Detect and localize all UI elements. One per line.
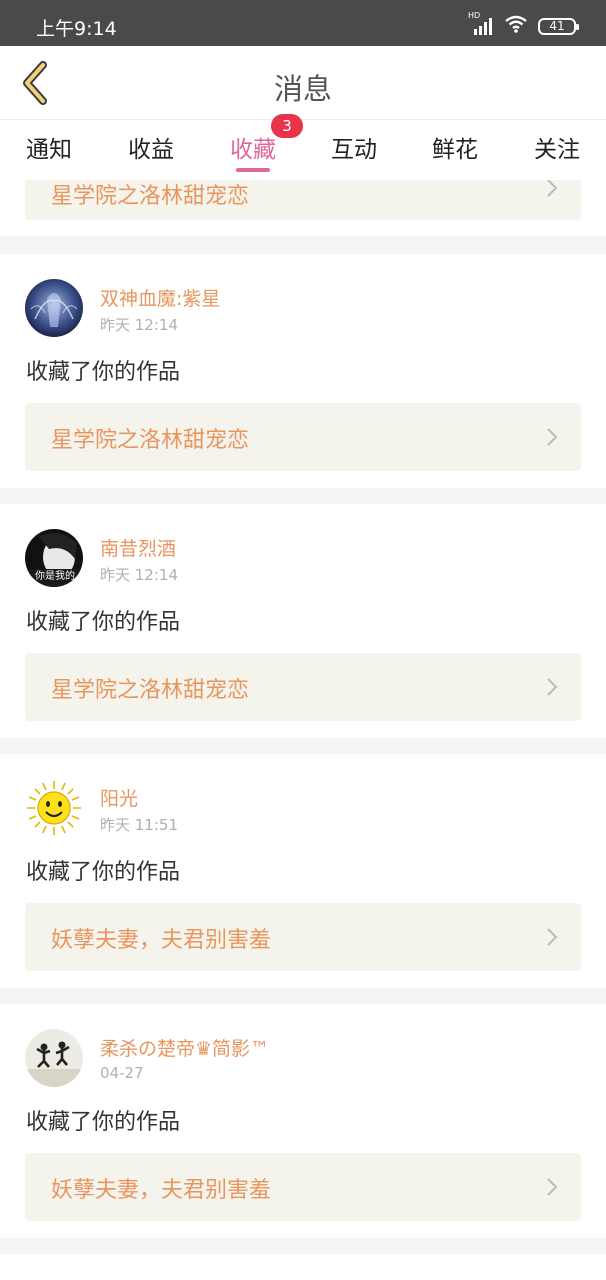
status-icons: HD 41 xyxy=(468,11,579,37)
page-title: 消息 xyxy=(273,72,332,106)
timestamp: 昨天 11:51 xyxy=(100,816,178,834)
work-link[interactable]: 星学院之洛林甜宠恋 xyxy=(25,403,581,471)
work-title: 星学院之洛林甜宠恋 xyxy=(51,428,250,453)
chevron-right-icon xyxy=(547,678,558,696)
wifi-icon xyxy=(504,15,528,37)
user-avatar[interactable]: 你是我的 xyxy=(25,529,83,587)
work-title: 星学院之洛林甜宠恋 xyxy=(51,678,250,703)
work-title: 星学院之洛林甜宠恋 xyxy=(51,184,250,209)
username[interactable]: 柔杀の楚帝♛简影™ xyxy=(100,1034,269,1061)
user-avatar[interactable] xyxy=(25,279,83,337)
list-item: 星学院之洛林甜宠恋 xyxy=(0,180,606,236)
user-avatar[interactable] xyxy=(25,779,83,837)
user-avatar[interactable] xyxy=(25,1029,83,1087)
work-link[interactable]: 妖孽夫妻，夫君别害羞 xyxy=(25,903,581,971)
work-link[interactable]: 妖孽夫妻，夫君别害羞 xyxy=(25,1153,581,1221)
active-tab-indicator xyxy=(236,168,270,172)
username[interactable]: 南昔烈酒 xyxy=(100,534,176,561)
status-time: 上午9:14 xyxy=(36,18,117,40)
work-link[interactable]: 星学院之洛林甜宠恋 xyxy=(25,180,581,220)
list-item xyxy=(0,1254,606,1280)
notification-list[interactable]: 星学院之洛林甜宠恋 双神血魔:紫星 昨天 12:14 收藏了你的作品 星学院之洛… xyxy=(0,180,606,1280)
status-bar: 上午9:14 HD 41 xyxy=(0,0,606,46)
battery-indicator: 41 xyxy=(538,17,579,35)
action-text: 收藏了你的作品 xyxy=(26,610,181,635)
tab-earnings[interactable]: 收益 xyxy=(106,130,196,164)
chevron-right-icon xyxy=(547,428,558,446)
action-text: 收藏了你的作品 xyxy=(26,860,181,885)
username[interactable]: 双神血魔:紫星 xyxy=(100,284,220,311)
work-title: 妖孽夫妻，夫君别害羞 xyxy=(51,1178,272,1203)
tab-bar: 通知 收益 收藏 互动 鲜花 关注 xyxy=(0,120,606,180)
signal-icon: HD xyxy=(468,11,494,35)
avatar-caption: 你是我的 xyxy=(35,571,75,582)
timestamp: 昨天 12:14 xyxy=(100,566,178,584)
username[interactable]: 阳光 xyxy=(100,784,138,811)
list-item: 柔杀の楚帝♛简影™ 04-27 收藏了你的作品 妖孽夫妻，夫君别害羞 xyxy=(0,1004,606,1238)
chevron-right-icon xyxy=(547,180,558,197)
tab-interaction[interactable]: 互动 xyxy=(309,130,399,164)
list-item: 双神血魔:紫星 昨天 12:14 收藏了你的作品 星学院之洛林甜宠恋 xyxy=(0,254,606,488)
chevron-right-icon xyxy=(547,1178,558,1196)
action-text: 收藏了你的作品 xyxy=(26,1110,181,1135)
work-title: 妖孽夫妻，夫君别害羞 xyxy=(51,928,272,953)
action-text: 收藏了你的作品 xyxy=(26,360,181,385)
list-item: 你是我的 南昔烈酒 昨天 12:14 收藏了你的作品 星学院之洛林甜宠恋 xyxy=(0,504,606,738)
dark-blue-angel-avatar xyxy=(25,279,83,337)
chevron-right-icon xyxy=(547,928,558,946)
header: 消息 xyxy=(0,46,606,120)
tab-flowers[interactable]: 鲜花 xyxy=(410,130,500,164)
timestamp: 昨天 12:14 xyxy=(100,316,178,334)
work-link[interactable]: 星学院之洛林甜宠恋 xyxy=(25,653,581,721)
tab-follow[interactable]: 关注 xyxy=(512,130,602,164)
timestamp: 04-27 xyxy=(100,1064,144,1082)
jumping-couple-avatar xyxy=(25,1029,83,1087)
network-label: HD xyxy=(468,11,481,20)
list-item: 阳光 昨天 11:51 收藏了你的作品 妖孽夫妻，夫君别害羞 xyxy=(0,754,606,988)
tab-notice[interactable]: 通知 xyxy=(4,130,94,164)
favorites-count-badge: 3 xyxy=(271,114,303,138)
smiling-sun-avatar xyxy=(25,779,83,837)
